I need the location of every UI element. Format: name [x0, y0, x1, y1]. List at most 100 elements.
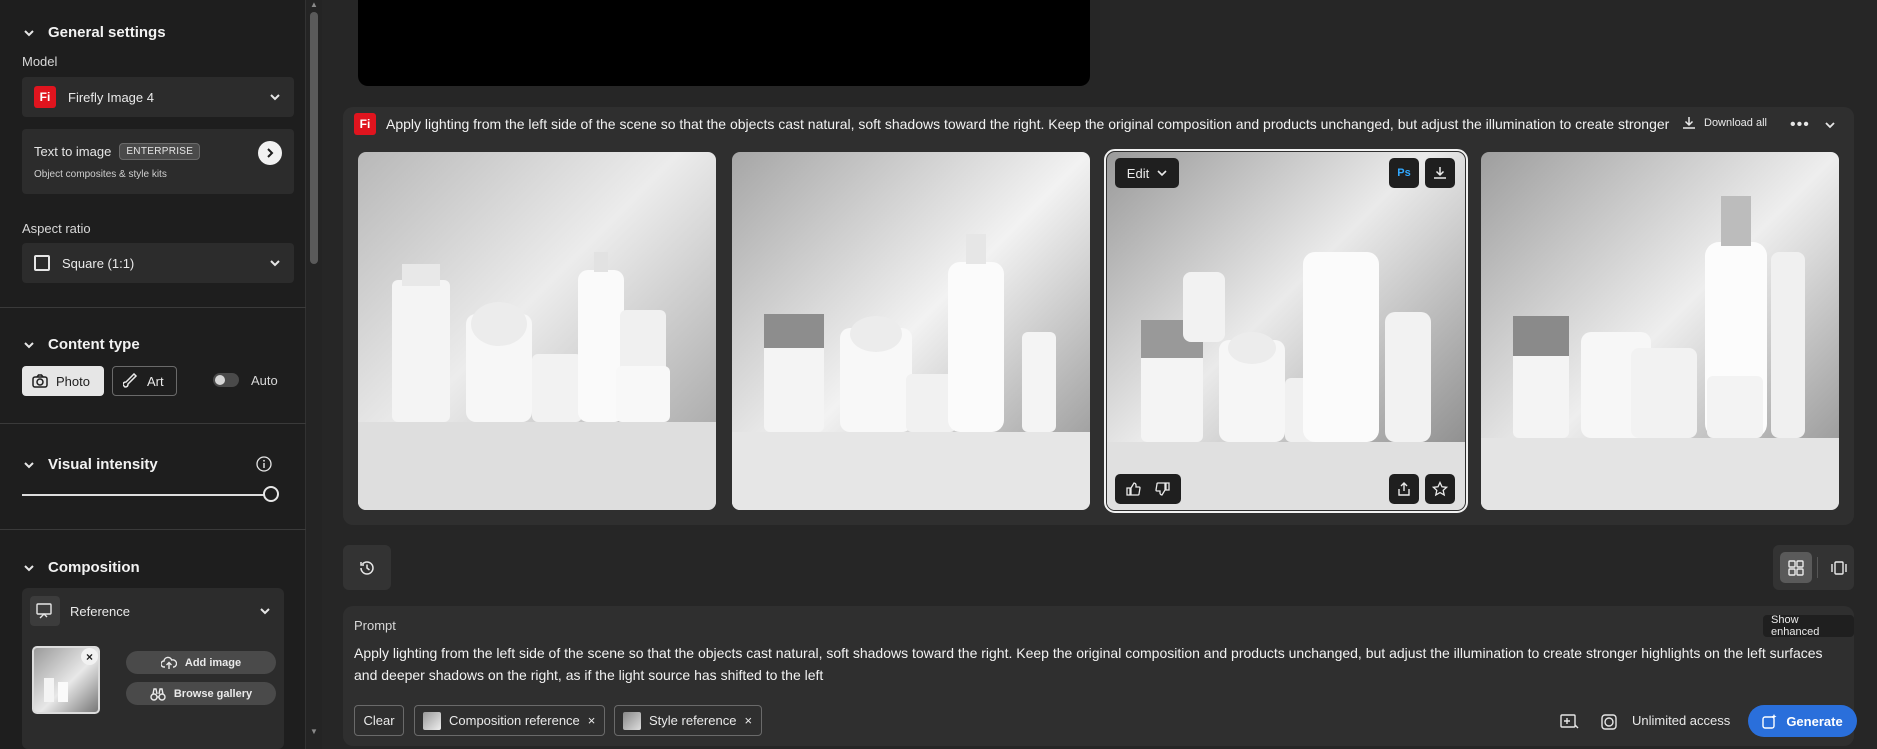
previous-result-image[interactable]: [358, 0, 1090, 86]
visual-intensity-header[interactable]: Visual intensity: [22, 456, 158, 473]
history-icon: [360, 560, 374, 575]
chevron-down-icon[interactable]: [1823, 118, 1837, 132]
remove-chip-icon[interactable]: ×: [588, 713, 596, 728]
divider: [0, 529, 306, 530]
aspect-ratio-select[interactable]: Square (1:1): [22, 243, 294, 283]
result-image-3[interactable]: Edit Ps: [1104, 149, 1468, 513]
reference-icon: [30, 596, 60, 626]
divider: [1817, 557, 1818, 578]
result-image-1[interactable]: [358, 152, 716, 510]
reference-label: Reference: [70, 604, 130, 619]
scroll-up-icon[interactable]: ▲: [310, 1, 318, 9]
edit-menu-button[interactable]: Edit: [1115, 158, 1179, 188]
download-all-button[interactable]: Download all: [1682, 116, 1767, 130]
open-in-photoshop-button[interactable]: Ps: [1389, 158, 1419, 188]
brush-icon: [123, 373, 138, 388]
bottle-shape: [58, 682, 68, 702]
download-icon: [1434, 167, 1446, 179]
chevron-down-icon: [24, 29, 34, 36]
model-select[interactable]: Fi Firefly Image 4: [22, 77, 294, 117]
scroll-down-icon[interactable]: ▼: [310, 728, 318, 736]
product-photo: [732, 152, 1090, 510]
add-image-button[interactable]: Add image: [126, 651, 276, 674]
chevron-right-icon: [267, 148, 274, 158]
chevron-down-icon: [1157, 170, 1167, 177]
composition-header[interactable]: Composition: [22, 559, 140, 576]
firefly-logo-icon: Fi: [354, 113, 376, 135]
content-type-header[interactable]: Content type: [22, 336, 140, 353]
general-settings-header[interactable]: General settings: [22, 24, 166, 41]
share-icon: [1398, 482, 1410, 496]
chevron-down-icon: [24, 341, 34, 348]
star-icon: [1432, 481, 1448, 497]
view-mode-toggle: [1773, 545, 1854, 590]
chevron-down-icon: [270, 260, 280, 267]
prompt-label: Prompt: [354, 618, 396, 633]
product-photo: [1481, 152, 1839, 510]
chevron-down-icon[interactable]: [258, 604, 272, 618]
info-icon[interactable]: [256, 456, 272, 472]
composition-title: Composition: [48, 559, 140, 576]
model-value: Firefly Image 4: [68, 89, 154, 105]
more-options-icon[interactable]: •••: [1790, 116, 1810, 134]
single-view-button[interactable]: [1823, 552, 1854, 583]
art-label: Art: [147, 373, 164, 389]
visual-intensity-track[interactable]: [22, 494, 270, 496]
history-button[interactable]: [343, 545, 391, 590]
general-settings-title: General settings: [48, 24, 166, 41]
download-all-label: Download all: [1704, 117, 1767, 129]
chevron-down-icon: [24, 461, 34, 468]
settings-sidebar: General settings Model Fi Firefly Image …: [0, 0, 306, 749]
scrollbar-thumb[interactable]: [310, 12, 318, 264]
grid-icon: [1788, 559, 1804, 576]
chevron-down-icon: [270, 94, 280, 101]
photo-button[interactable]: Photo: [22, 366, 104, 396]
browse-gallery-button[interactable]: Browse gallery: [126, 682, 276, 705]
model-label: Model: [22, 54, 58, 69]
reference-panel: Reference × Add image Browse gallery: [22, 588, 284, 749]
auto-toggle[interactable]: [213, 373, 239, 387]
browse-gallery-label: Browse gallery: [173, 687, 253, 700]
aspect-ratio-value: Square (1:1): [62, 255, 135, 271]
t2i-open-button[interactable]: [258, 141, 282, 165]
enterprise-badge: ENTERPRISE: [119, 143, 201, 160]
favorite-button[interactable]: [1425, 474, 1455, 504]
show-enhanced-button[interactable]: Show enhanced: [1763, 614, 1854, 638]
grid-view-button[interactable]: [1780, 552, 1812, 583]
thumbs-down-icon[interactable]: [1154, 481, 1170, 497]
generate-label: Generate: [1786, 713, 1843, 729]
aspect-ratio-label: Aspect ratio: [22, 221, 91, 236]
clear-button[interactable]: Clear: [354, 705, 404, 736]
generate-button[interactable]: Generate: [1748, 705, 1857, 737]
binoculars-icon: [150, 687, 166, 701]
thumbs-up-icon[interactable]: [1126, 481, 1142, 497]
auto-label: Auto: [251, 373, 278, 388]
divider: [0, 307, 306, 308]
generate-sparkle-icon: [1762, 714, 1777, 729]
remove-chip-icon[interactable]: ×: [744, 713, 752, 728]
remove-reference-icon[interactable]: ×: [81, 648, 98, 665]
photo-label: Photo: [56, 373, 90, 389]
reference-thumbnail-icon: [423, 711, 441, 730]
download-button[interactable]: [1425, 158, 1455, 188]
image-settings-icon[interactable]: [1560, 713, 1580, 731]
credits-icon[interactable]: [1600, 713, 1618, 731]
result-image-4[interactable]: [1481, 152, 1839, 510]
visual-intensity-handle[interactable]: [263, 486, 279, 502]
composition-reference-chip[interactable]: Composition reference ×: [414, 705, 605, 736]
share-button[interactable]: [1389, 474, 1419, 504]
t2i-subtitle: Object composites & style kits: [34, 169, 167, 180]
result-image-2[interactable]: [732, 152, 1090, 510]
style-reference-chip[interactable]: Style reference ×: [614, 705, 762, 736]
text-to-image-card[interactable]: Text to image ENTERPRISE Object composit…: [22, 129, 294, 194]
prompt-textarea[interactable]: Apply lighting from the left side of the…: [354, 642, 1844, 686]
reference-thumbnail-icon: [623, 711, 641, 730]
sidebar-scrollbar[interactable]: ▲ ▼: [306, 0, 322, 749]
feedback-group: [1115, 474, 1181, 504]
art-button[interactable]: Art: [112, 366, 177, 396]
generation-prompt-row[interactable]: Fi Apply lighting from the left side of …: [354, 113, 1674, 135]
camera-icon: [32, 374, 48, 388]
upload-cloud-icon: [160, 656, 177, 669]
square-icon: [34, 255, 50, 271]
edit-label: Edit: [1126, 165, 1150, 181]
